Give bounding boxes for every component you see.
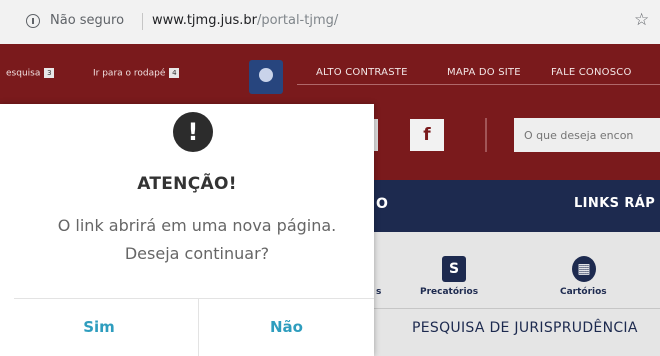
quick-access-label-partial[interactable]: s [376,287,381,297]
shortcut-key-3: 3 [44,68,55,78]
precatorios-label[interactable]: Precatórios [420,287,478,297]
browser-address-bar: Não seguro www.tjmg.jus.br/portal-tjmg/ … [0,0,660,44]
dialog-message-line1: O link abrirá em uma nova página. [57,216,337,235]
url-text[interactable]: www.tjmg.jus.br/portal-tjmg/ [152,13,338,28]
address-divider [142,13,143,30]
omnibox[interactable]: Não seguro www.tjmg.jus.br/portal-tjmg/ … [8,9,660,35]
cartorios-icon[interactable]: ▦ [572,256,596,282]
nav-item-partial[interactable]: O [376,196,388,212]
header-divider [485,118,487,152]
site-map-link[interactable]: MAPA DO SITE [447,67,521,78]
shortcut-key-4: 4 [169,68,180,78]
top-links-underline [297,84,660,85]
confirm-no-button[interactable]: Não [199,299,374,356]
facebook-button[interactable]: f [410,119,444,151]
skip-to-search-label: esquisa [6,68,41,79]
cartorios-label[interactable]: Cartórios [560,287,607,297]
dialog-title: ATENÇÃO! [137,174,237,194]
content-divider [360,308,660,309]
nav-item-quick-links[interactable]: LINKS RÁP [574,196,655,211]
site-search-input[interactable] [514,118,660,152]
confirm-yes-button[interactable]: Sim [0,299,198,356]
url-host: www.tjmg.jus.br [152,13,257,28]
bookmark-star-icon[interactable]: ☆ [634,10,649,30]
dialog-message-line2: Deseja continuar? [124,244,270,263]
skip-to-search-link[interactable]: esquisa 3 [6,68,55,79]
url-path: /portal-tjmg/ [256,13,339,28]
high-contrast-link[interactable]: ALTO CONTRASTE [316,67,408,78]
tjmg-emblem-logo[interactable] [249,60,283,94]
skip-to-footer-label: Ir para o rodapé [93,68,166,79]
exclamation-alert-icon: ! [173,112,213,152]
site-top-bar: esquisa 3 Ir para o rodapé 4 ALTO CONTRAST… [0,44,660,104]
info-icon[interactable] [26,14,40,28]
security-status[interactable]: Não seguro [50,13,124,28]
skip-to-footer-link[interactable]: Ir para o rodapé 4 [93,68,180,79]
precatorios-icon[interactable]: S [442,256,466,282]
jurisprudence-search-link[interactable]: PESQUISA DE JURISPRUDÊNCIA [412,320,638,336]
contact-link[interactable]: FALE CONOSCO [551,67,632,78]
